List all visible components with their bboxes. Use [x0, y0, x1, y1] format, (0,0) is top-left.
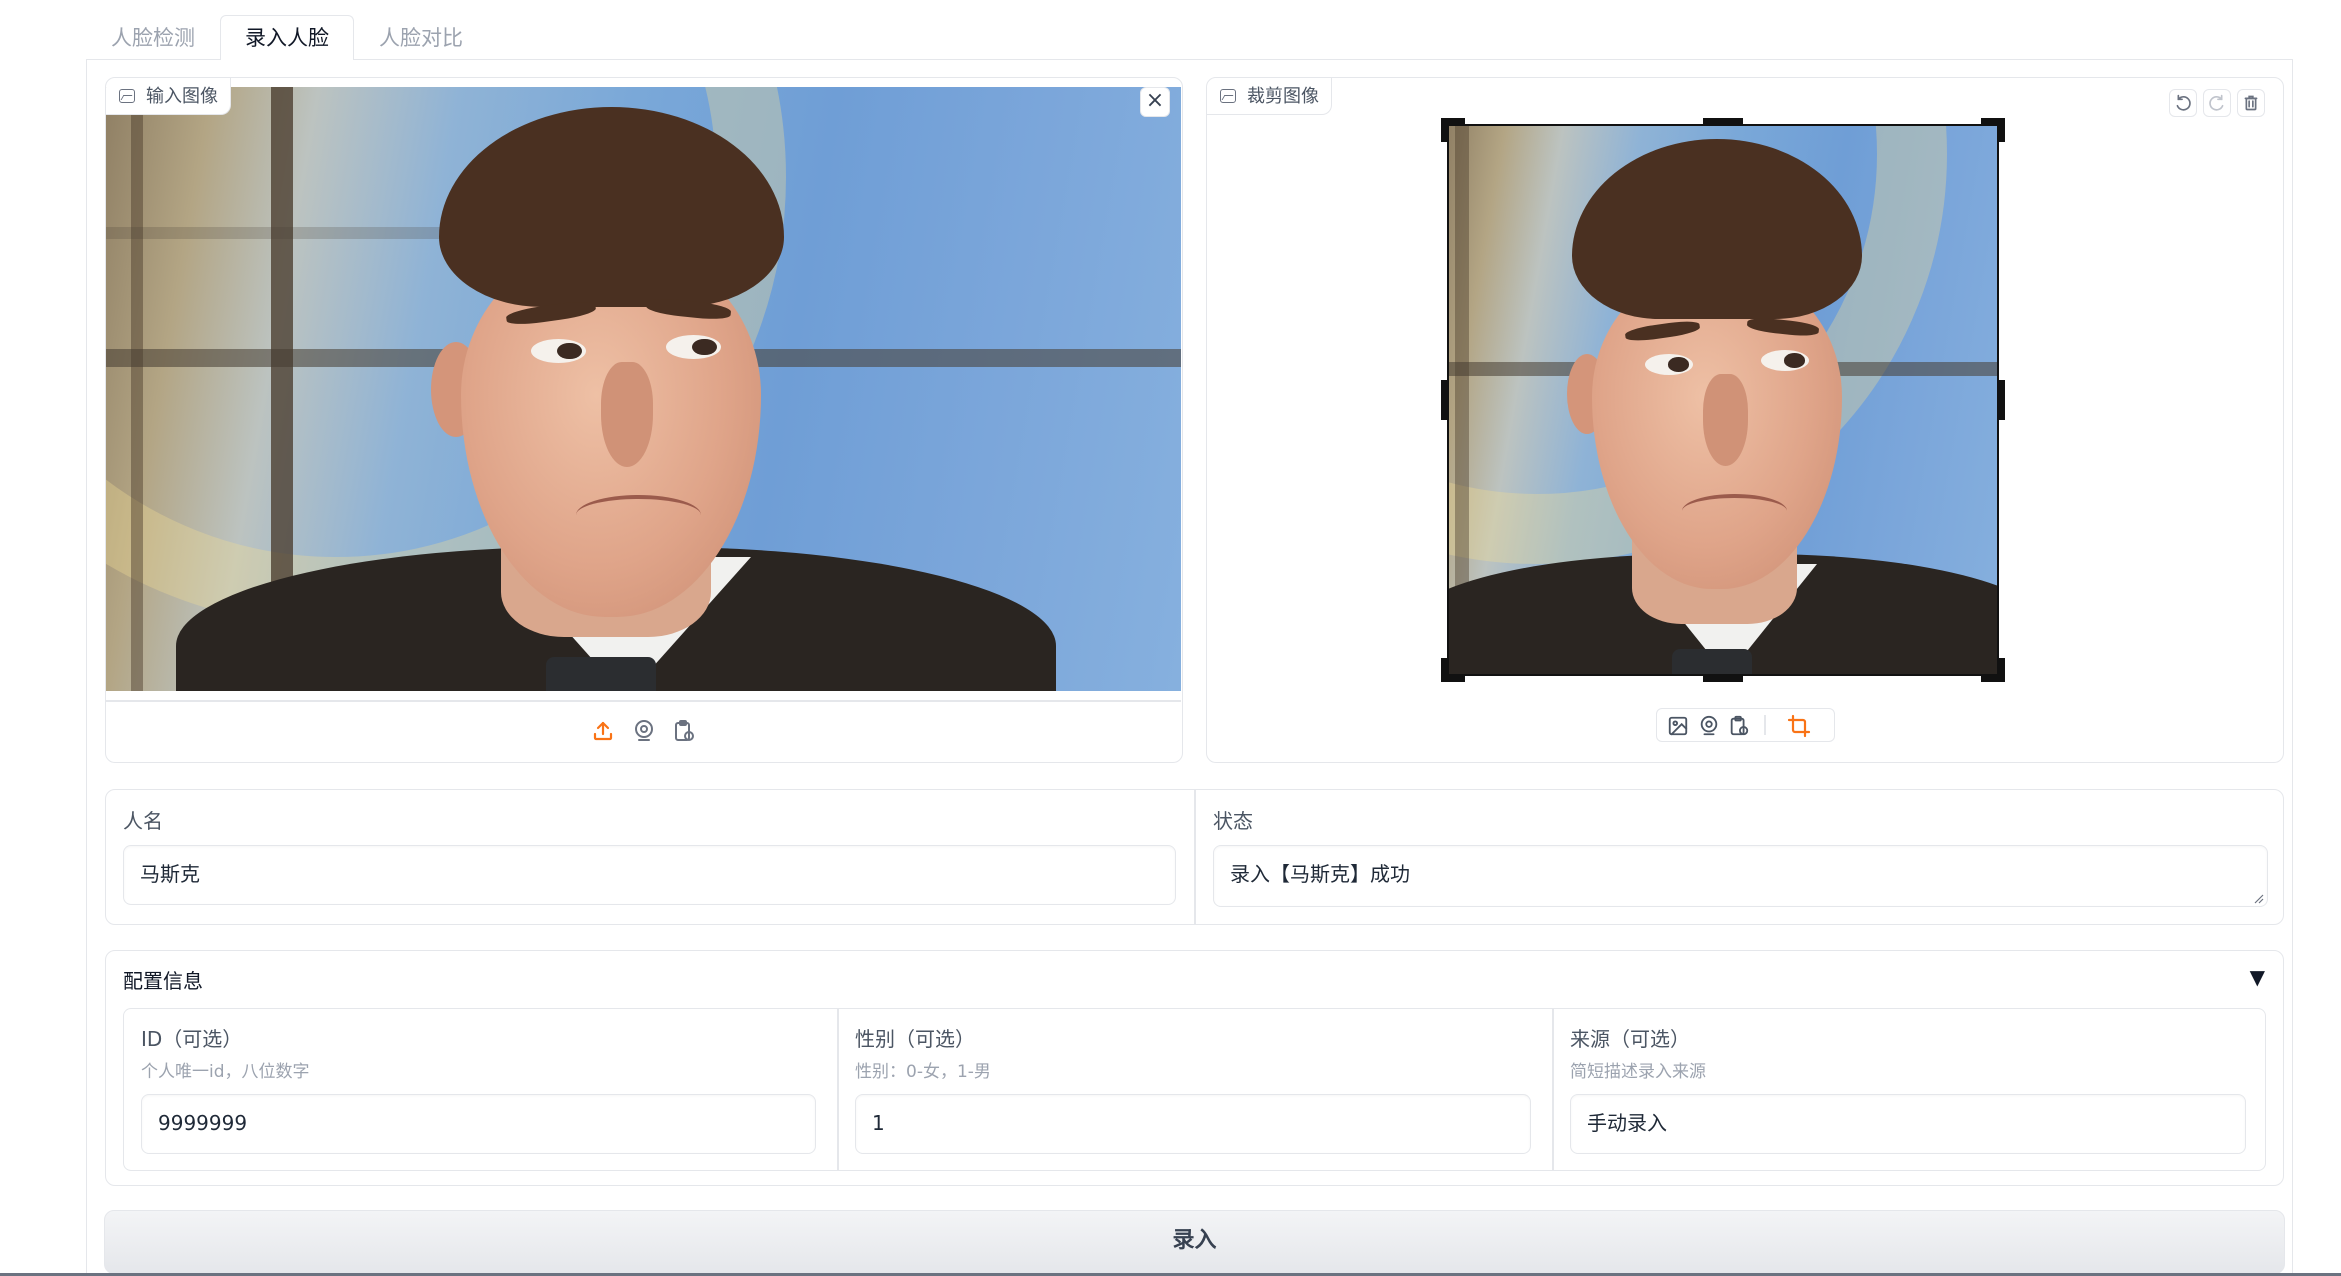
- crop-icon[interactable]: [1787, 714, 1811, 738]
- input-image-label: 输入图像: [106, 78, 231, 115]
- close-icon: ×: [1145, 88, 1165, 113]
- tab-face-detection[interactable]: 人脸检测: [86, 15, 220, 60]
- image-icon[interactable]: [1667, 715, 1689, 737]
- upload-icon[interactable]: [591, 719, 615, 743]
- crop-handle-left[interactable]: [1441, 380, 1447, 420]
- input-toolbar-divider: [106, 700, 1181, 702]
- input-image-panel: 输入图像 ×: [105, 77, 1183, 763]
- clipboard-icon[interactable]: [672, 719, 696, 743]
- config-divider: [1552, 1009, 1554, 1170]
- gender-label: 性别（可选）: [855, 1027, 975, 1051]
- image-icon: [119, 89, 135, 103]
- tab-face-enroll[interactable]: 录入人脸: [220, 15, 354, 60]
- image-icon: [1220, 89, 1236, 103]
- crop-image-label: 裁剪图像: [1207, 78, 1332, 115]
- row-divider: [1194, 790, 1196, 924]
- collapse-arrow-icon[interactable]: ▼: [2250, 965, 2265, 989]
- config-divider: [837, 1009, 839, 1170]
- config-fields: ID（可选） 个人唯一id，八位数字 9999999 性别（可选） 性别：0-女…: [123, 1008, 2266, 1171]
- resize-handle-icon[interactable]: [2254, 894, 2264, 904]
- clear-image-button[interactable]: ×: [1140, 87, 1170, 117]
- crop-handle-top[interactable]: [1703, 118, 1743, 124]
- config-accordion: 配置信息 ▼ ID（可选） 个人唯一id，八位数字 9999999 性别（可选）…: [105, 950, 2284, 1186]
- submit-enroll-button[interactable]: 录入: [104, 1210, 2285, 1274]
- crop-image-label-text: 裁剪图像: [1247, 86, 1319, 107]
- status-textarea[interactable]: 录入【马斯克】成功: [1213, 845, 2268, 907]
- webcam-icon[interactable]: [1698, 715, 1720, 737]
- crop-toolbar: [1656, 708, 1835, 742]
- crop-handle-bottom-right[interactable]: [1981, 658, 2005, 682]
- source-hint: 简短描述录入来源: [1570, 1062, 1706, 1082]
- crop-handle-right[interactable]: [1999, 380, 2005, 420]
- id-hint: 个人唯一id，八位数字: [141, 1062, 310, 1082]
- crop-handle-bottom[interactable]: [1703, 676, 1743, 682]
- webcam-icon[interactable]: [632, 719, 656, 743]
- tab-bar: 人脸检测 录入人脸 人脸对比: [86, 15, 488, 60]
- crop-handle-bottom-left[interactable]: [1441, 658, 1465, 682]
- gender-hint: 性别：0-女，1-男: [855, 1062, 991, 1082]
- config-title[interactable]: 配置信息: [123, 965, 203, 994]
- input-photo[interactable]: [106, 87, 1181, 691]
- crop-handle-top-left[interactable]: [1441, 118, 1465, 142]
- crop-image-panel: 裁剪图像: [1206, 77, 2284, 763]
- source-label: 来源（可选）: [1570, 1027, 1690, 1051]
- crop-selection-frame[interactable]: [1447, 124, 1999, 676]
- input-image-label-text: 输入图像: [146, 86, 218, 107]
- clipboard-icon[interactable]: [1728, 715, 1750, 737]
- id-label: ID（可选）: [141, 1027, 243, 1051]
- name-label: 人名: [123, 809, 163, 833]
- status-label: 状态: [1213, 809, 1253, 833]
- crop-handle-top-right[interactable]: [1981, 118, 2005, 142]
- undo-icon[interactable]: [2169, 89, 2197, 117]
- tab-face-compare[interactable]: 人脸对比: [354, 15, 488, 60]
- delete-icon[interactable]: [2237, 89, 2265, 117]
- name-status-row: 人名 马斯克 状态 录入【马斯克】成功: [105, 789, 2284, 925]
- name-input[interactable]: 马斯克: [123, 845, 1176, 905]
- gender-input[interactable]: 1: [855, 1094, 1531, 1154]
- crop-toolbar-divider: [1764, 715, 1766, 735]
- id-input[interactable]: 9999999: [141, 1094, 816, 1154]
- redo-icon[interactable]: [2203, 89, 2231, 117]
- source-input[interactable]: 手动录入: [1570, 1094, 2246, 1154]
